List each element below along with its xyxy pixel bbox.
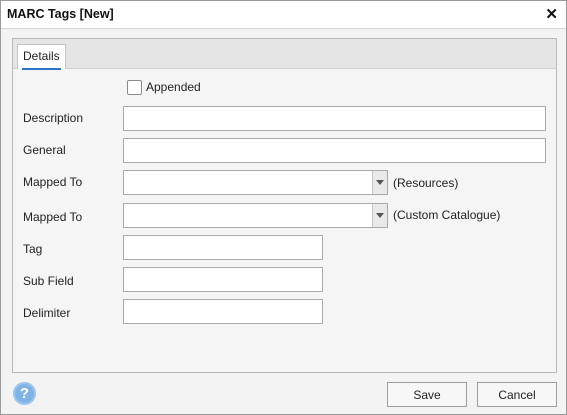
mapped-to-resources-select[interactable] [123, 170, 388, 195]
tab-active-indicator [22, 68, 61, 70]
appended-checkbox[interactable] [127, 80, 142, 95]
chevron-down-icon[interactable] [372, 204, 387, 227]
help-icon[interactable]: ? [13, 382, 36, 405]
subfield-input[interactable] [123, 267, 323, 292]
chevron-down-icon[interactable] [372, 171, 387, 194]
close-icon[interactable]: ✕ [545, 5, 558, 23]
mapped-to-custom-select[interactable] [123, 203, 388, 228]
marc-tags-dialog: MARC Tags [New] ✕ Details Appended Descr… [0, 0, 567, 415]
general-label: General [23, 143, 66, 157]
tab-details[interactable]: Details [17, 44, 66, 70]
mapped-to-custom-label: Mapped To [23, 210, 83, 224]
tab-details-label: Details [23, 49, 60, 63]
general-input[interactable] [123, 138, 546, 163]
tag-input[interactable] [123, 235, 323, 260]
appended-label: Appended [146, 80, 201, 94]
description-input[interactable] [123, 106, 546, 131]
description-label: Description [23, 111, 84, 125]
details-panel: Details Appended Description General Map… [12, 38, 557, 373]
cancel-button[interactable]: Cancel [477, 382, 557, 407]
delimiter-label: Delimiter [23, 306, 71, 320]
tab-strip: Details [13, 39, 556, 70]
mapped-to-resources-label: Mapped To [23, 175, 83, 189]
dialog-title: MARC Tags [New] [7, 7, 114, 21]
subfield-label: Sub Field [23, 274, 74, 288]
save-button[interactable]: Save [387, 382, 467, 407]
delimiter-input[interactable] [123, 299, 323, 324]
tag-label: Tag [23, 242, 43, 256]
mapped-to-resources-hint: (Resources) [393, 176, 459, 190]
mapped-to-custom-hint: (Custom Catalogue) [393, 208, 501, 222]
title-bar: MARC Tags [New] ✕ [1, 1, 566, 29]
